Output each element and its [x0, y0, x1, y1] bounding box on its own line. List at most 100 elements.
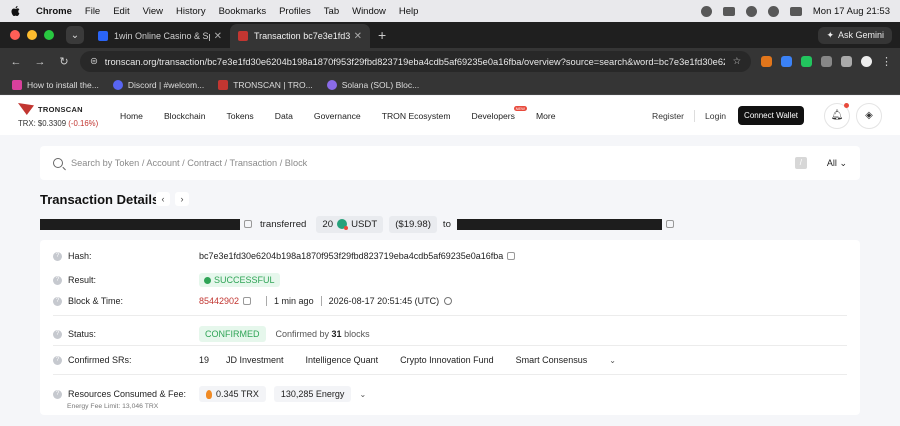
minimize-window-button[interactable]	[27, 30, 37, 40]
register-link[interactable]: Register	[652, 111, 684, 121]
bookmark-item[interactable]: Solana (SOL) Bloc...	[326, 79, 419, 90]
menu-window[interactable]: Window	[352, 6, 386, 17]
block-number-link[interactable]: 85442902	[199, 296, 239, 306]
nav-developers[interactable]: Developers NEW	[471, 105, 527, 121]
header-actions: Register Login Connect Wallet 🔔︎ ◈	[652, 102, 882, 129]
login-link[interactable]: Login	[705, 111, 726, 121]
usdt-token-icon	[337, 219, 349, 230]
confirmed-by-suffix: blocks	[344, 329, 370, 339]
menubar-clock[interactable]: Mon 17 Aug 21:53	[813, 6, 890, 17]
more-menu-icon[interactable]: ⋮	[881, 55, 892, 68]
close-tab-icon[interactable]: ✕	[354, 31, 362, 42]
battery-icon[interactable]	[722, 6, 735, 16]
bookmark-item[interactable]: TRONSCAN | TRO...	[218, 79, 313, 90]
next-transaction-button[interactable]: ›	[175, 192, 189, 206]
nav-blockchain[interactable]: Blockchain	[164, 111, 206, 121]
side-panel-icon[interactable]	[841, 56, 852, 67]
menu-app-chrome[interactable]: Chrome	[36, 6, 72, 17]
back-arrow-icon[interactable]: ←	[8, 56, 24, 68]
address-bar[interactable]: ⊜ tronscan.org/transaction/bc7e3e1fd30e6…	[80, 51, 751, 72]
help-icon[interactable]: ?	[53, 389, 62, 399]
search-icon[interactable]	[767, 5, 779, 17]
profile-avatar-icon[interactable]	[861, 56, 872, 67]
status-tray: Mon 17 Aug 21:53	[700, 5, 890, 17]
tab-transaction[interactable]: Transaction bc7e3e1fd30e62 ✕	[230, 24, 370, 48]
sr-item[interactable]: Smart Consensus	[516, 355, 588, 365]
extension-green-icon[interactable]	[801, 56, 812, 67]
help-icon[interactable]: ?	[53, 329, 62, 339]
menu-history[interactable]: History	[176, 6, 206, 17]
nav-tokens[interactable]: Tokens	[227, 111, 254, 121]
expand-srs-chevron-icon[interactable]: ⌄	[609, 356, 616, 365]
redacted-from-address[interactable]	[40, 218, 240, 230]
tab-strip: ⌄ 1win Online Casino & Sports B ✕ Transa…	[0, 22, 900, 48]
copy-icon[interactable]	[507, 252, 516, 260]
redacted-to-address[interactable]	[456, 218, 662, 230]
apple-icon[interactable]	[10, 5, 22, 17]
sr-item[interactable]: JD Investment	[226, 355, 284, 365]
search-input[interactable]: Search by Token / Account / Contract / T…	[71, 158, 307, 168]
bookmark-item[interactable]: How to install the...	[12, 79, 99, 90]
help-icon[interactable]: ?	[53, 275, 62, 285]
nav-more[interactable]: More	[536, 111, 556, 121]
extensions-puzzle-icon[interactable]	[821, 56, 832, 67]
new-tab-button[interactable]: +	[378, 27, 386, 43]
search-filter-select[interactable]: All ⌄	[827, 158, 847, 169]
copy-icon[interactable]	[244, 220, 252, 228]
browser-toolbar: ← → ↻ ⊜ tronscan.org/transaction/bc7e3e1…	[0, 48, 900, 75]
nav-governance[interactable]: Governance	[314, 111, 361, 121]
copy-icon[interactable]	[243, 297, 252, 305]
bookmark-favicon-icon	[12, 79, 22, 90]
token-symbol[interactable]: USDT	[351, 219, 377, 230]
solana-icon	[326, 79, 337, 90]
sr-item[interactable]: Crypto Innovation Fund	[400, 355, 494, 365]
help-icon[interactable]: ?	[53, 251, 62, 261]
zoom-window-button[interactable]	[44, 30, 54, 40]
bookmark-star-icon[interactable]: ☆	[733, 56, 741, 67]
close-window-button[interactable]	[10, 30, 20, 40]
connect-wallet-button[interactable]: Connect Wallet	[738, 106, 804, 125]
expand-resources-chevron-icon[interactable]: ⌄	[359, 390, 366, 399]
control-center-icon[interactable]	[789, 6, 802, 16]
bookmark-item[interactable]: Discord | #welcom...	[112, 79, 204, 90]
nav-home[interactable]: Home	[120, 111, 143, 121]
ask-gemini-button[interactable]: ✦ Ask Gemini	[818, 26, 892, 44]
hash-row: ? Hash: bc7e3e1fd30e6204b198a1870f953f29f…	[53, 251, 847, 261]
nav-tron-ecosystem[interactable]: TRON Ecosystem	[382, 111, 451, 121]
forward-arrow-icon[interactable]: →	[32, 56, 48, 68]
extension-shield-icon[interactable]	[781, 56, 792, 67]
menu-help[interactable]: Help	[399, 6, 419, 17]
site-info-icon[interactable]: ⊜	[90, 56, 98, 67]
tab-1win[interactable]: 1win Online Casino & Sports B ✕	[90, 24, 230, 48]
menu-file[interactable]: File	[85, 6, 100, 17]
notifications-button[interactable]: 🔔︎	[824, 102, 850, 129]
energy-value: 130,285 Energy	[280, 389, 345, 399]
copy-icon[interactable]	[665, 220, 674, 228]
menu-edit[interactable]: Edit	[113, 6, 129, 17]
tab-search-button[interactable]: ⌄	[66, 26, 84, 44]
transaction-pager: ‹ ›	[156, 192, 189, 206]
wifi-icon[interactable]	[745, 5, 757, 17]
search-bar[interactable]: Search by Token / Account / Contract / T…	[40, 146, 860, 180]
siri-icon[interactable]	[700, 5, 712, 17]
menu-profiles[interactable]: Profiles	[279, 6, 311, 17]
menu-bookmarks[interactable]: Bookmarks	[219, 6, 267, 17]
brand: TRONSCAN TRX: $0.3309 (-0.16%)	[18, 103, 108, 128]
nav-data[interactable]: Data	[275, 111, 293, 121]
tab-label: 1win Online Casino & Sports B	[114, 31, 210, 41]
theme-toggle-button[interactable]: ◈	[856, 102, 882, 129]
extension-fox-icon[interactable]	[761, 56, 772, 67]
menu-tab[interactable]: Tab	[324, 6, 339, 17]
close-tab-icon[interactable]: ✕	[214, 31, 222, 42]
previous-transaction-button[interactable]: ‹	[156, 192, 170, 206]
clock-icon[interactable]	[444, 297, 453, 305]
divider	[53, 345, 847, 346]
discord-icon	[112, 79, 123, 90]
sr-item[interactable]: Intelligence Quant	[306, 355, 379, 365]
menu-view[interactable]: View	[143, 6, 163, 17]
check-circle-icon	[204, 276, 211, 284]
reload-icon[interactable]: ↻	[56, 55, 72, 68]
brand-logo[interactable]: TRONSCAN	[18, 103, 108, 115]
help-icon[interactable]: ?	[53, 296, 62, 306]
help-icon[interactable]: ?	[53, 355, 62, 365]
